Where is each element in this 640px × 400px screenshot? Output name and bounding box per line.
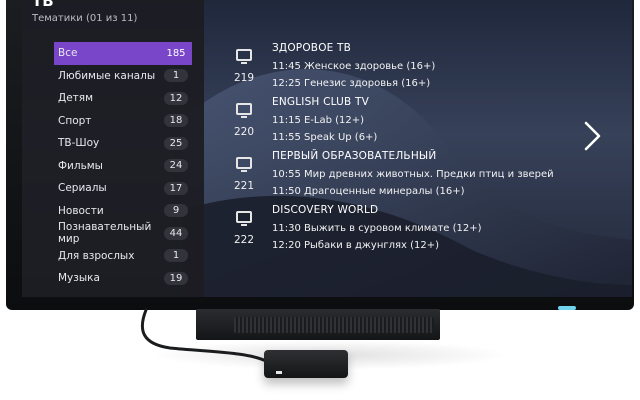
- channel-name: DISCOVERY WORLD: [272, 204, 379, 216]
- category-count: 44: [164, 226, 188, 240]
- category-count: 1: [164, 69, 188, 83]
- categories-counter: Тематики (01 из 11): [32, 13, 138, 24]
- tv-icon: [236, 49, 252, 64]
- category-count: 9: [164, 204, 188, 218]
- category-count: 25: [164, 136, 188, 150]
- channel-row[interactable]: 220 ENGLISH CLUB TV 11:15 E-Lab (12+) 11…: [228, 94, 568, 148]
- category-label: Сериалы: [58, 182, 107, 195]
- chevron-right-icon[interactable]: [582, 120, 604, 152]
- page-title: ТВ: [32, 0, 54, 10]
- category-tv-show[interactable]: ТВ-Шоу 25: [54, 132, 192, 155]
- channel-number: 219: [233, 72, 255, 84]
- category-kids[interactable]: Детям 12: [54, 87, 192, 110]
- program-current: 11:45 Женское здоровье (16+): [272, 61, 436, 72]
- category-menu: Все 185 Любимые каналы 1 Детям 12 Спорт …: [54, 42, 192, 290]
- category-count: 185: [166, 47, 186, 59]
- program-next: 12:25 Генезис здоровья (16+): [272, 78, 431, 89]
- category-series[interactable]: Сериалы 17: [54, 177, 192, 200]
- category-label: Любимые каналы: [58, 69, 156, 82]
- channel-number: 221: [233, 180, 255, 192]
- category-label: Все: [58, 47, 78, 60]
- category-adult[interactable]: Для взрослых 1: [54, 245, 192, 268]
- category-music[interactable]: Музыка 19: [54, 267, 192, 290]
- power-led: [558, 306, 576, 310]
- set-top-box-led: [276, 371, 282, 374]
- category-label: Новости: [58, 204, 104, 217]
- set-top-box: [264, 350, 348, 378]
- program-current: 10:55 Мир древних животных. Предки птиц …: [272, 169, 554, 180]
- channel-number: 220: [233, 126, 255, 138]
- speaker-grille: [234, 317, 434, 333]
- category-favorites[interactable]: Любимые каналы 1: [54, 65, 192, 88]
- category-label: ТВ-Шоу: [58, 137, 100, 150]
- category-count: 1: [164, 249, 188, 263]
- category-count: 19: [164, 271, 188, 285]
- channel-row[interactable]: 219 ЗДОРОВОЕ ТВ 11:45 Женское здоровье (…: [228, 40, 568, 94]
- program-current: 11:30 Выжить в суровом климате (12+): [272, 223, 482, 234]
- program-current: 11:15 E-Lab (12+): [272, 115, 365, 126]
- categories-sidebar: ТВ Тематики (01 из 11) Все 185 Любимые к…: [22, 0, 204, 297]
- tv-icon: [236, 103, 252, 118]
- channel-row[interactable]: 221 ПЕРВЫЙ ОБРАЗОВАТЕЛЬНЫЙ 10:55 Мир дре…: [228, 148, 568, 202]
- category-sport[interactable]: Спорт 18: [54, 110, 192, 133]
- category-label: Детям: [58, 92, 94, 105]
- category-label: Для взрослых: [58, 249, 135, 262]
- category-count: 24: [164, 159, 188, 173]
- category-educational[interactable]: Познавательный мир 44: [54, 221, 192, 246]
- tv-stand-soundbar: [196, 309, 440, 340]
- category-label: Музыка: [58, 272, 100, 285]
- category-count: 12: [164, 91, 188, 105]
- program-next: 11:55 Speak Up (6+): [272, 132, 378, 143]
- category-news[interactable]: Новости 9: [54, 200, 192, 223]
- tv-screen: ТВ Тематики (01 из 11) Все 185 Любимые к…: [22, 0, 632, 297]
- program-guide: 219 ЗДОРОВОЕ ТВ 11:45 Женское здоровье (…: [228, 40, 568, 256]
- program-next: 11:50 Драгоценные минералы (16+): [272, 186, 465, 197]
- category-movies[interactable]: Фильмы 24: [54, 155, 192, 178]
- tv-frame: ТВ Тематики (01 из 11) Все 185 Любимые к…: [6, 0, 634, 310]
- category-label: Познавательный мир: [58, 221, 152, 246]
- category-count: 17: [164, 181, 188, 195]
- channel-name: ЗДОРОВОЕ ТВ: [272, 42, 352, 54]
- category-count: 18: [164, 114, 188, 128]
- channel-name: ПЕРВЫЙ ОБРАЗОВАТЕЛЬНЫЙ: [272, 150, 437, 162]
- category-label: Фильмы: [58, 159, 103, 172]
- channel-number: 222: [233, 234, 255, 246]
- channel-name: ENGLISH CLUB TV: [272, 96, 369, 108]
- tv-icon: [236, 211, 252, 226]
- program-next: 12:20 Рыбаки в джунглях (12+): [272, 240, 440, 251]
- channel-row[interactable]: 222 DISCOVERY WORLD 11:30 Выжить в суров…: [228, 202, 568, 256]
- category-label: Спорт: [58, 114, 92, 127]
- tv-icon: [236, 157, 252, 172]
- category-all[interactable]: Все 185: [54, 42, 192, 65]
